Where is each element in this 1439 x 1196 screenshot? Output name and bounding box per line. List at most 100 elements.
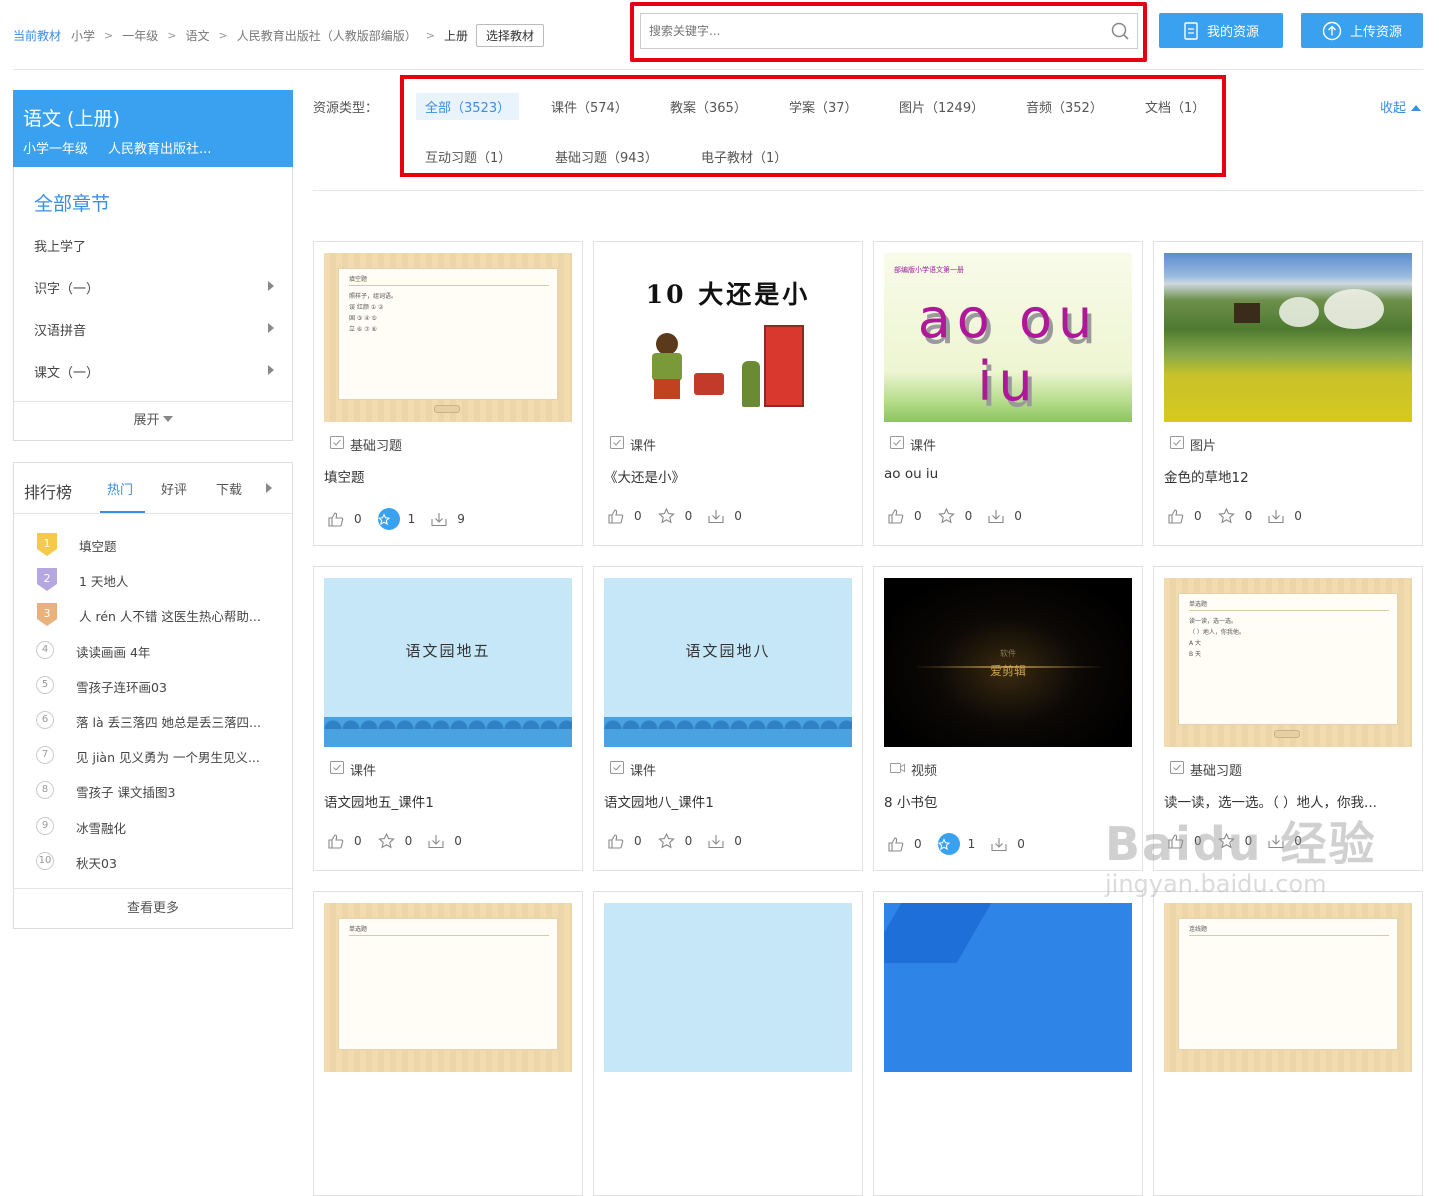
- resource-thumbnail[interactable]: 连线题: [1164, 903, 1412, 1072]
- resource-thumbnail[interactable]: [884, 903, 1132, 1072]
- resource-card[interactable]: [873, 891, 1143, 1196]
- search-input[interactable]: [641, 14, 1081, 48]
- resource-type-study-plan[interactable]: 学案（37）: [789, 97, 858, 116]
- resource-thumbnail[interactable]: 单选题: [324, 903, 572, 1072]
- chevron-right-icon[interactable]: [268, 365, 274, 375]
- resource-title[interactable]: 《大还是小》: [604, 466, 854, 486]
- all-chapters-link[interactable]: 全部章节: [34, 189, 110, 216]
- resource-title[interactable]: ao ou iu: [884, 466, 1134, 482]
- thumbnail-courseware[interactable]: 10 大还是小: [604, 253, 852, 422]
- ranking-item[interactable]: 6 落 là 丢三落四 她总是丢三落四...: [34, 705, 284, 735]
- view-more-button[interactable]: 查看更多: [14, 888, 292, 928]
- resource-card[interactable]: 连线题: [1153, 891, 1423, 1196]
- resource-type-e-textbook[interactable]: 电子教材（1）: [701, 147, 787, 166]
- favorite-button[interactable]: [937, 833, 960, 855]
- thumbnail-exercise[interactable]: 填空题 照样子，组词语。误 红颜 ① ② 国 ③ ④ ⑤ 立 ⑥ ⑦ ⑧: [324, 253, 572, 422]
- like-button[interactable]: 0: [328, 833, 362, 849]
- like-button[interactable]: 0: [328, 511, 362, 527]
- chapter-item[interactable]: 识字（一）: [34, 278, 274, 297]
- select-textbook-button[interactable]: 选择教材: [475, 24, 544, 47]
- favorite-stat[interactable]: 0: [1217, 508, 1252, 524]
- like-button[interactable]: 0: [608, 833, 642, 849]
- chevron-right-icon[interactable]: [268, 323, 274, 333]
- tab-hot[interactable]: 热门: [107, 479, 133, 498]
- ranking-item[interactable]: 8 雪孩子 课文插图3: [34, 775, 284, 805]
- download-button[interactable]: 0: [991, 837, 1025, 852]
- resource-title[interactable]: 金色的草地12: [1164, 466, 1414, 486]
- favorite-stat[interactable]: 0: [657, 508, 692, 524]
- chevron-right-icon[interactable]: [268, 281, 274, 291]
- collapse-button[interactable]: 收起: [1380, 97, 1422, 116]
- resource-type-audio[interactable]: 音频（352）: [1026, 97, 1103, 116]
- resource-card[interactable]: 图片 金色的草地12 0 0 0: [1153, 241, 1423, 546]
- like-button[interactable]: 0: [1168, 508, 1202, 524]
- resource-type-interactive-exercise[interactable]: 互动习题（1）: [425, 147, 511, 166]
- chapter-item[interactable]: 课文（一）: [34, 362, 274, 381]
- resource-card[interactable]: 10 大还是小 课件 《大还是小》 0 0 0: [593, 241, 863, 546]
- tab-downloads[interactable]: 下载: [216, 479, 242, 498]
- thumbnail-exercise[interactable]: 单选题 读一读，选一选。 （ ）地人，你我他。 A 大 B 天: [1164, 578, 1412, 747]
- ranking-item[interactable]: 5 雪孩子连环画03: [34, 670, 284, 700]
- chapter-item[interactable]: 汉语拼音: [34, 320, 274, 339]
- resource-card[interactable]: 语文园地五 课件 语文园地五_课件1 0 0 0: [313, 566, 583, 871]
- thumbnail-courseware[interactable]: 语文园地五: [324, 578, 572, 747]
- resource-card[interactable]: 填空题 照样子，组词语。误 红颜 ① ②国 ③ ④ ⑤立 ⑥ ⑦ ⑧ 基础习题 填空题…: [313, 241, 583, 546]
- tab-good-reviews[interactable]: 好评: [161, 479, 187, 498]
- resource-card[interactable]: 软件 爱剪辑 视频 8 小书包 0 1 0: [873, 566, 1143, 871]
- favorite-stat[interactable]: 0: [937, 508, 972, 524]
- thumbnail-courseware[interactable]: 部编版小学语文第一册 ao ou iu: [884, 253, 1132, 422]
- expand-chapters-button[interactable]: 展开: [14, 401, 292, 441]
- download-button[interactable]: 0: [708, 509, 742, 524]
- favorite-stat[interactable]: 0: [657, 833, 692, 849]
- ranking-item[interactable]: 7 见 jiàn 见义勇为 一个男生见义...: [34, 740, 284, 770]
- breadcrumb-publisher[interactable]: 人民教育出版社（人教版部编版）: [237, 27, 417, 44]
- favorite-stat[interactable]: 1: [377, 508, 415, 530]
- ranking-item[interactable]: 2 1 天地人: [34, 564, 284, 594]
- ranking-item[interactable]: 10 秋天03: [34, 846, 284, 876]
- download-button[interactable]: 0: [708, 834, 742, 849]
- download-button[interactable]: 9: [431, 512, 465, 527]
- ranking-item[interactable]: 9 冰雪融化: [34, 811, 284, 841]
- favorite-stat[interactable]: 1: [937, 833, 975, 855]
- breadcrumb-grade[interactable]: 一年级: [122, 27, 158, 44]
- breadcrumb-subject[interactable]: 语文: [185, 27, 209, 44]
- resource-card[interactable]: 语文园地八 课件 语文园地八_课件1 0 0 0: [593, 566, 863, 871]
- search-icon[interactable]: [1111, 22, 1129, 44]
- resource-thumbnail[interactable]: [604, 903, 852, 1072]
- resource-card[interactable]: [593, 891, 863, 1196]
- ranking-item[interactable]: 3 人 rén 人不错 这医生热心帮助...: [34, 599, 284, 629]
- favorite-button[interactable]: [377, 508, 400, 530]
- my-resources-button[interactable]: 我的资源: [1159, 13, 1283, 48]
- thumbnail-video[interactable]: 软件 爱剪辑: [884, 578, 1132, 747]
- breadcrumb-primary[interactable]: 小学: [71, 27, 95, 44]
- resource-type-lesson-plan[interactable]: 教案（365）: [670, 97, 747, 116]
- resource-title[interactable]: 填空题: [324, 466, 574, 486]
- resource-type-basic-exercise[interactable]: 基础习题（943）: [555, 147, 658, 166]
- like-button[interactable]: 0: [608, 508, 642, 524]
- upload-button[interactable]: 上传资源: [1301, 13, 1423, 48]
- resource-card[interactable]: 单选题: [313, 891, 583, 1196]
- breadcrumb-current-textbook[interactable]: 当前教材: [13, 27, 61, 44]
- resource-type: 课件: [610, 760, 656, 779]
- resource-card[interactable]: 部编版小学语文第一册 ao ou iu 课件 ao ou iu 0 0 0: [873, 241, 1143, 546]
- thumbnail-courseware[interactable]: 语文园地八: [604, 578, 852, 747]
- breadcrumb-volume[interactable]: 上册: [444, 27, 468, 44]
- download-button[interactable]: 0: [988, 509, 1022, 524]
- download-button[interactable]: 0: [1268, 509, 1302, 524]
- chevron-right-icon[interactable]: [266, 483, 272, 493]
- ranking-item[interactable]: 4 读读画画 4年: [34, 635, 284, 665]
- favorite-stat[interactable]: 0: [377, 833, 412, 849]
- thumbnail-image[interactable]: [1164, 253, 1412, 422]
- resource-title[interactable]: 语文园地八_课件1: [604, 791, 854, 811]
- resource-type-document[interactable]: 文档（1）: [1145, 97, 1205, 116]
- resource-title[interactable]: 语文园地五_课件1: [324, 791, 574, 811]
- ranking-item[interactable]: 1 填空题: [34, 529, 284, 559]
- resource-type-image[interactable]: 图片（1249）: [899, 97, 984, 116]
- download-button[interactable]: 0: [428, 834, 462, 849]
- resource-title[interactable]: 8 小书包: [884, 791, 1134, 811]
- resource-type-courseware[interactable]: 课件（574）: [551, 97, 628, 116]
- chapter-item[interactable]: 我上学了: [34, 236, 274, 255]
- resource-type-all[interactable]: 全部（3523）: [416, 93, 520, 120]
- like-button[interactable]: 0: [888, 836, 922, 852]
- like-button[interactable]: 0: [888, 508, 922, 524]
